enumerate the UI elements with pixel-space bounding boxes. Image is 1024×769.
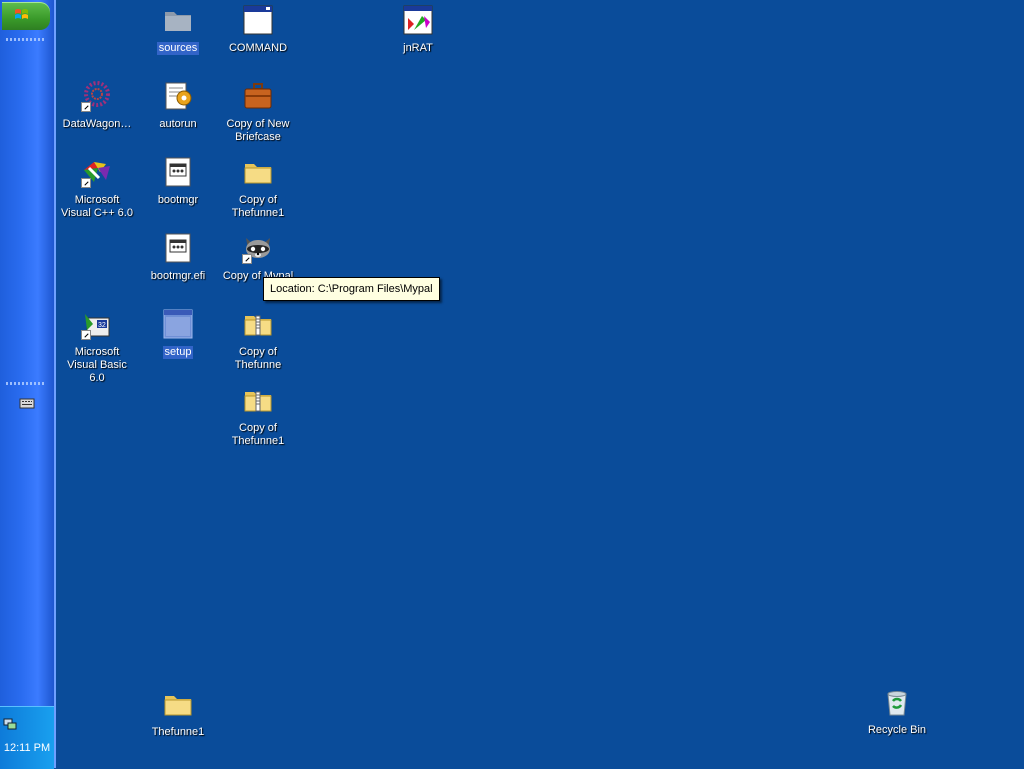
- desktop-icon-visual-basic[interactable]: 32 Microsoft Visual Basic 6.0: [57, 308, 137, 386]
- folder-icon: [162, 688, 194, 720]
- desktop-icon-briefcase[interactable]: Copy of New Briefcase: [218, 80, 298, 145]
- quick-launch-grip[interactable]: [6, 382, 46, 385]
- icon-label: Copy of Thefunne1: [231, 194, 285, 219]
- icon-label: Microsoft Visual Basic 6.0: [67, 346, 127, 384]
- zip-folder-icon: [242, 308, 274, 340]
- jnrat-app-icon: [402, 4, 434, 36]
- window-icon: [242, 4, 274, 36]
- raccoon-icon: [242, 232, 274, 264]
- icon-label: Thefunne1: [151, 726, 205, 738]
- desktop-icon-command[interactable]: COMMAND: [218, 4, 298, 56]
- svg-text:32: 32: [98, 322, 106, 329]
- desktop-icon-bootmgr[interactable]: bootmgr: [138, 156, 218, 208]
- icon-label: Copy of New Briefcase: [226, 118, 290, 143]
- tooltip: Location: C:\Program Files\Mypal: [263, 277, 440, 301]
- desktop-icon-recycle-bin[interactable]: Recycle Bin: [857, 686, 937, 738]
- icon-label: autorun: [159, 118, 197, 130]
- visual-basic-icon: 32: [81, 308, 113, 340]
- desktop-icon-jnrat[interactable]: jnRAT: [378, 4, 458, 56]
- icon-label: bootmgr.efi: [150, 270, 206, 282]
- desktop-icon-autorun[interactable]: autorun: [138, 80, 218, 132]
- system-file-icon: [162, 232, 194, 264]
- icon-label: sources: [156, 42, 200, 55]
- desktop-icon-copy-of-thefunne1-zip[interactable]: Copy of Thefunne1: [218, 384, 298, 449]
- icon-label: bootmgr: [157, 194, 199, 206]
- desktop-icon-copy-of-thefunne1[interactable]: Copy of Thefunne1: [218, 156, 298, 221]
- datawagon-icon: [81, 80, 113, 112]
- icon-label: DataWagon…: [62, 118, 132, 130]
- shortcut-arrow-icon: [81, 178, 91, 188]
- desktop-icon-copy-of-thefunne[interactable]: Copy of Thefunne: [218, 308, 298, 373]
- desktop-icon-datawagon[interactable]: DataWagon…: [57, 80, 137, 132]
- recycle-bin-icon: [881, 686, 913, 718]
- desktop-icon-visual-cpp[interactable]: Microsoft Visual C++ 6.0: [57, 156, 137, 221]
- desktop-icon-setup[interactable]: setup: [138, 308, 218, 360]
- system-tray: 12:11 PM: [0, 706, 54, 769]
- shortcut-arrow-icon: [242, 254, 252, 264]
- network-icon[interactable]: [3, 717, 17, 731]
- visual-cpp-icon: [81, 156, 113, 188]
- icon-label: Recycle Bin: [867, 724, 927, 736]
- clock[interactable]: 12:11 PM: [0, 742, 54, 754]
- folder-gray-icon: [162, 4, 194, 36]
- icon-label: Copy of Thefunne1: [231, 422, 285, 447]
- icon-label: Copy of Thefunne: [234, 346, 282, 371]
- start-button[interactable]: [2, 2, 50, 30]
- windows-flag-icon: [15, 9, 28, 19]
- desktop-icon-sources[interactable]: sources: [138, 4, 218, 56]
- system-file-icon: [162, 156, 194, 188]
- desktop-icon-thefunne1[interactable]: Thefunne1: [138, 688, 218, 740]
- shortcut-arrow-icon: [81, 330, 91, 340]
- folder-icon: [242, 156, 274, 188]
- icon-label: setup: [162, 346, 194, 359]
- setup-window-icon: [162, 308, 194, 340]
- zip-folder-icon: [242, 384, 274, 416]
- keyboard-icon[interactable]: [19, 396, 35, 410]
- taskbar-grip[interactable]: [6, 38, 46, 41]
- shortcut-arrow-icon: [81, 102, 91, 112]
- icon-label: Microsoft Visual C++ 6.0: [61, 194, 133, 219]
- taskbar: 12:11 PM: [0, 0, 56, 769]
- briefcase-icon: [242, 80, 274, 112]
- desktop-icon-bootmgr-efi[interactable]: bootmgr.efi: [138, 232, 218, 284]
- icon-label: COMMAND: [228, 42, 288, 54]
- autorun-icon: [162, 80, 194, 112]
- icon-label: jnRAT: [403, 42, 433, 54]
